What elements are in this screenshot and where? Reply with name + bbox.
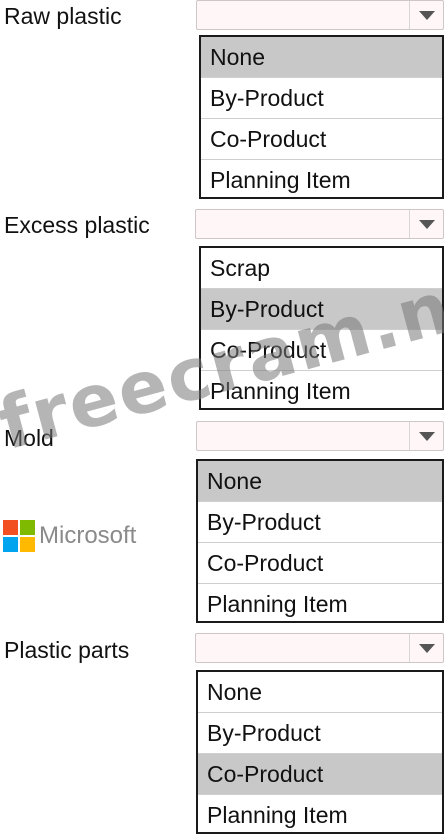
field-label-raw-plastic: Raw plastic — [4, 3, 122, 29]
option-list-plastic-parts: None By-Product Co-Product Planning Item — [196, 670, 444, 834]
dropdown-excess-plastic[interactable] — [195, 209, 444, 239]
option-planning-item[interactable]: Planning Item — [198, 584, 442, 625]
option-none[interactable]: None — [198, 672, 442, 713]
option-by-product[interactable]: By-Product — [201, 78, 442, 119]
option-scrap[interactable]: Scrap — [201, 248, 442, 289]
option-planning-item[interactable]: Planning Item — [201, 371, 442, 412]
option-list-mold: None By-Product Co-Product Planning Item — [196, 459, 444, 623]
field-label-plastic-parts: Plastic parts — [4, 637, 130, 663]
option-none[interactable]: None — [198, 461, 442, 502]
option-list-excess-plastic: Scrap By-Product Co-Product Planning Ite… — [199, 246, 444, 410]
field-label-mold: Mold — [4, 425, 54, 451]
option-planning-item[interactable]: Planning Item — [201, 160, 442, 201]
dropdown-raw-plastic[interactable] — [196, 0, 444, 30]
option-co-product[interactable]: Co-Product — [198, 543, 442, 584]
dropdown-mold[interactable] — [196, 421, 444, 451]
option-list-raw-plastic: None By-Product Co-Product Planning Item — [199, 35, 444, 199]
chevron-down-icon[interactable] — [409, 210, 443, 238]
chevron-down-icon[interactable] — [409, 1, 443, 29]
option-by-product[interactable]: By-Product — [198, 713, 442, 754]
field-label-excess-plastic: Excess plastic — [4, 212, 150, 238]
option-co-product[interactable]: Co-Product — [201, 119, 442, 160]
microsoft-logo-icon — [3, 520, 35, 552]
chevron-down-icon[interactable] — [409, 634, 443, 662]
chevron-down-icon[interactable] — [409, 422, 443, 450]
dropdown-plastic-parts[interactable] — [195, 633, 444, 663]
option-planning-item[interactable]: Planning Item — [198, 795, 442, 836]
option-none[interactable]: None — [201, 37, 442, 78]
microsoft-logo-text: Microsoft — [39, 522, 137, 549]
option-by-product[interactable]: By-Product — [198, 502, 442, 543]
option-by-product[interactable]: By-Product — [201, 289, 442, 330]
option-co-product[interactable]: Co-Product — [201, 330, 442, 371]
option-co-product[interactable]: Co-Product — [198, 754, 442, 795]
